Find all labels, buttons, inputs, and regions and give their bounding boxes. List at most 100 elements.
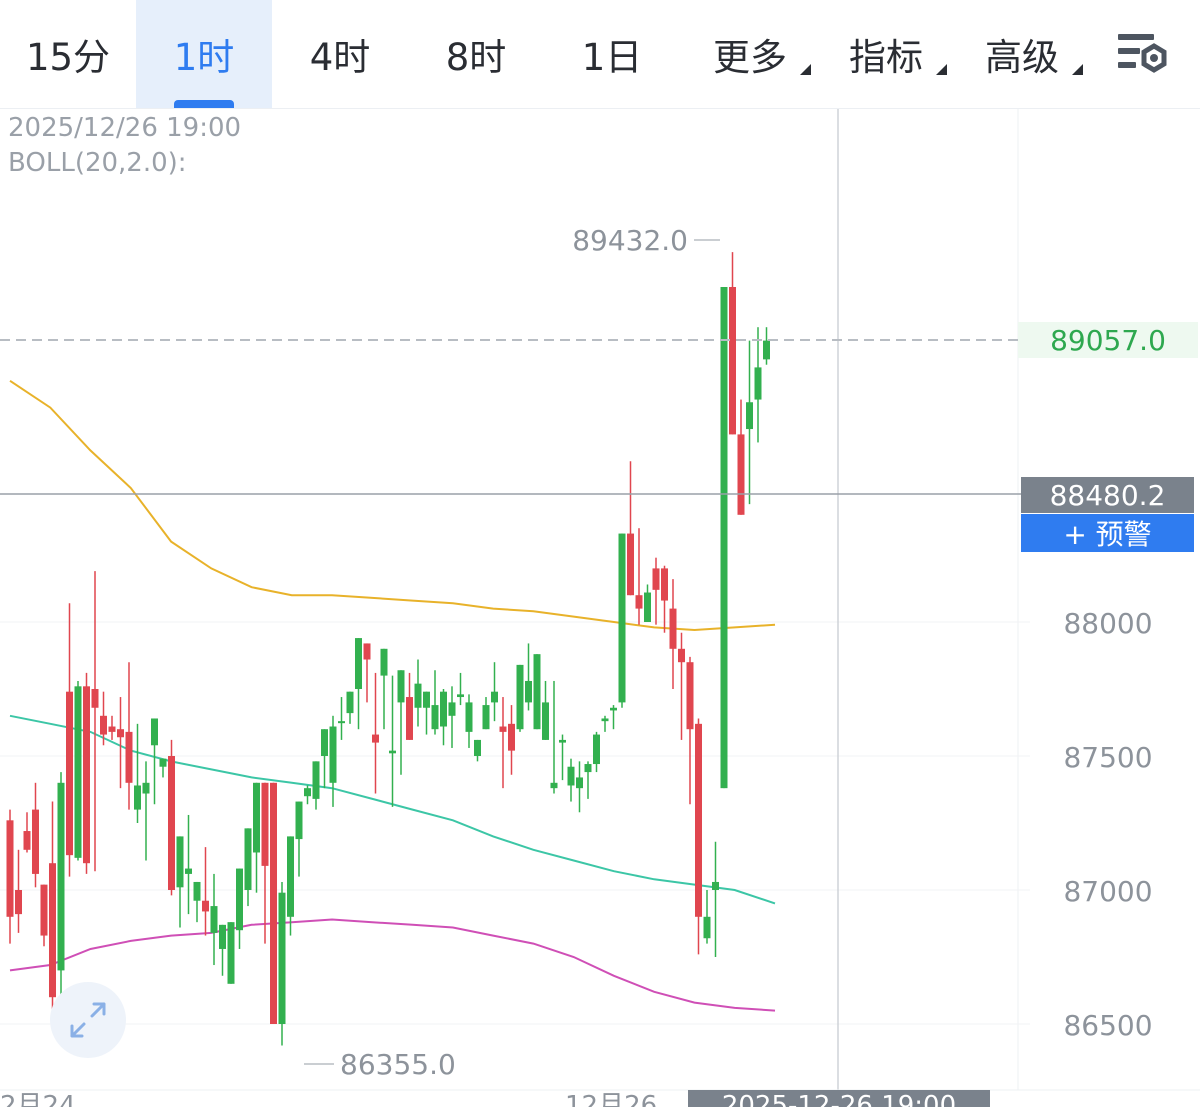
candle-body — [108, 726, 116, 732]
candle-body — [151, 718, 158, 746]
candle — [576, 761, 583, 813]
candle-body — [83, 686, 90, 864]
candle-body — [287, 836, 294, 917]
high-price-label: 89432.0 — [572, 224, 688, 257]
tab-1day[interactable]: 1日 — [544, 0, 680, 108]
candle-body — [193, 881, 201, 901]
candle-body — [567, 766, 575, 786]
timeframe-tab-bar: 15分 1时 4时 8时 1日 更多 指标 高级 — [0, 0, 1200, 109]
active-tab-indicator — [174, 100, 234, 108]
candle-body — [525, 680, 532, 703]
boll-lower-line — [9, 918, 776, 1012]
add-alert-button[interactable]: + 预警 — [1021, 514, 1194, 552]
candle-body — [584, 764, 592, 773]
tab-label: 4时 — [309, 36, 371, 79]
candle-body — [499, 726, 507, 732]
candle — [66, 603, 73, 877]
candle — [414, 659, 422, 727]
candle — [525, 643, 532, 711]
candle-body — [49, 863, 56, 998]
fullscreen-button[interactable] — [50, 982, 126, 1058]
candle — [661, 565, 668, 633]
candle — [91, 571, 99, 872]
candle-body — [176, 836, 184, 888]
candle-body — [559, 739, 566, 743]
candle — [380, 648, 388, 730]
tab-label: 8时 — [445, 36, 507, 79]
candle — [236, 868, 243, 949]
tab-1hour[interactable]: 1时 — [136, 0, 272, 108]
candle-body — [295, 801, 303, 840]
candle — [754, 327, 762, 443]
candle — [253, 782, 260, 893]
candle — [193, 881, 201, 923]
candle — [389, 675, 396, 807]
candle-body — [754, 367, 762, 400]
candle-body — [389, 750, 396, 754]
candle — [440, 689, 447, 746]
candle-body — [542, 702, 549, 740]
candle-body — [610, 707, 617, 711]
candle-body — [312, 761, 320, 799]
candle-body — [635, 595, 643, 609]
candle — [142, 761, 150, 861]
candle-body — [74, 686, 82, 858]
candle — [125, 662, 133, 810]
candle — [32, 782, 39, 888]
candle — [168, 739, 175, 896]
candle — [406, 672, 413, 740]
x-tick-label: 2月24 — [0, 1091, 76, 1107]
tab-advanced-dropdown[interactable]: 高级 — [962, 0, 1083, 108]
candle-body — [202, 900, 209, 912]
candle — [83, 672, 90, 874]
candle-body — [457, 694, 464, 698]
candle — [287, 836, 294, 936]
candle — [465, 694, 473, 748]
candle-body — [661, 568, 668, 601]
candle — [304, 785, 311, 805]
candle-body — [474, 739, 481, 756]
candle-body — [516, 664, 524, 730]
candle — [491, 662, 498, 722]
candle — [338, 697, 345, 740]
candle — [593, 731, 600, 773]
tab-label: 1时 — [173, 36, 235, 79]
tab-more-dropdown[interactable]: 更多 — [690, 0, 811, 108]
candle-body — [440, 691, 447, 727]
candle — [355, 638, 362, 730]
candle — [278, 881, 286, 1046]
candle — [457, 672, 464, 706]
candle — [176, 836, 184, 928]
candle-body — [686, 662, 694, 730]
tab-15min[interactable]: 15分 — [0, 0, 136, 108]
candles-layer — [6, 252, 770, 1046]
candle-body — [678, 648, 685, 663]
candle-body — [746, 402, 753, 430]
candle-body — [261, 782, 269, 866]
candlestick-chart[interactable]: 88000 87500 87000 86500 89432.0 86355.0 2月24 1… — [0, 109, 1200, 1107]
candle — [40, 884, 48, 947]
candle — [448, 686, 456, 748]
y-tick-label: 88000 — [1063, 607, 1152, 640]
tab-label: 更多 — [713, 36, 787, 79]
candle-body — [159, 758, 167, 767]
candle-body — [406, 697, 413, 740]
candle — [6, 809, 14, 944]
candle — [431, 670, 439, 735]
tab-4hour[interactable]: 4时 — [272, 0, 408, 108]
tab-8hour[interactable]: 8时 — [408, 0, 544, 108]
chart-settings-button[interactable] — [1112, 28, 1172, 80]
candle — [244, 828, 252, 907]
x-tick-label: 12月26 — [565, 1091, 657, 1107]
candle-body — [550, 782, 558, 789]
candle-body — [397, 670, 405, 703]
candle — [202, 847, 209, 936]
chart-settings-icon — [1118, 34, 1167, 73]
tab-indicators-dropdown[interactable]: 指标 — [826, 0, 947, 108]
candle — [601, 715, 609, 732]
candle-body — [346, 691, 354, 714]
candle — [397, 670, 405, 775]
candle — [49, 801, 56, 1011]
candle-body — [618, 533, 626, 703]
candle-body — [448, 702, 456, 716]
